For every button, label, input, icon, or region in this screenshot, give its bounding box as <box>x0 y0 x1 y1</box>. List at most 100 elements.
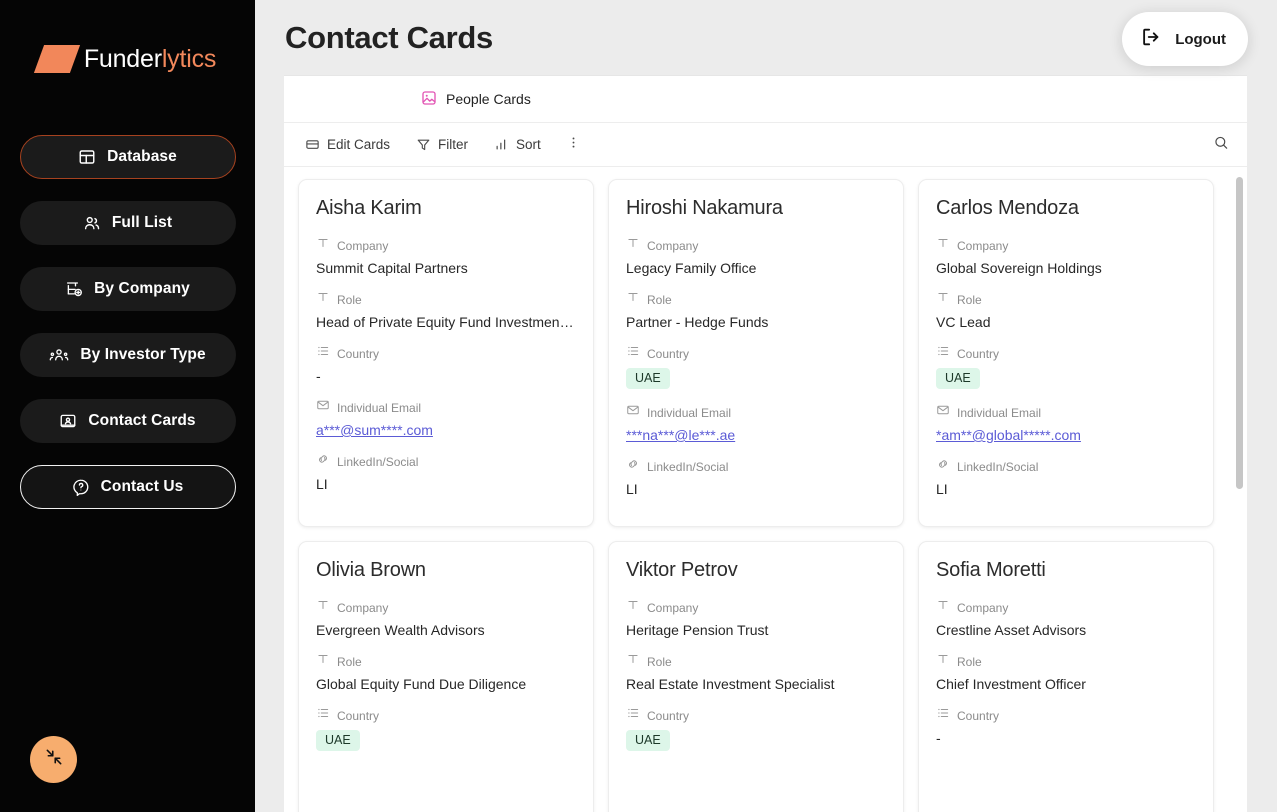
field-country: Country - <box>936 706 1196 747</box>
text-field-icon <box>316 290 330 309</box>
contact-card-name: Hiroshi Nakamura <box>626 197 783 219</box>
country-value: - <box>936 730 941 746</box>
field-social: LinkedIn/Social LI <box>316 452 576 493</box>
sidebar-item-by-company[interactable]: By Company <box>19 267 236 311</box>
text-field-icon <box>936 236 950 255</box>
email-value[interactable]: a***@sum****.com <box>316 422 576 438</box>
field-label: Role <box>957 654 982 669</box>
field-email: Individual Email a***@sum****.com <box>316 398 576 439</box>
cards-scroll-region[interactable]: Aisha Karim Company Summit Capital Partner… <box>284 167 1247 812</box>
field-header: Role <box>316 652 576 671</box>
logout-button[interactable]: Logout <box>1122 12 1248 66</box>
field-label: Role <box>337 654 362 669</box>
contact-card[interactable]: Viktor Petrov Company Heritage Pension Tru… <box>608 541 904 812</box>
text-field-icon <box>626 236 640 255</box>
id-card-icon <box>59 412 77 430</box>
social-value: LI <box>316 476 328 492</box>
company-value: Summit Capital Partners <box>316 260 468 276</box>
cards-grid: Aisha Karim Company Summit Capital Partner… <box>284 179 1247 812</box>
filter-button[interactable]: Filter <box>408 133 476 156</box>
role-value: Head of Private Equity Fund Investmen… <box>316 314 574 330</box>
brand-name-primary: Funder <box>83 44 162 73</box>
logout-icon <box>1140 26 1162 53</box>
sort-button[interactable]: Sort <box>486 133 549 156</box>
field-header: LinkedIn/Social <box>316 452 576 471</box>
field-company: Company Summit Capital Partners <box>316 236 576 277</box>
field-role: Role Head of Private Equity Fund Investme… <box>316 290 576 331</box>
contact-card[interactable]: Olivia Brown Company Evergreen Wealth Advi… <box>298 541 594 812</box>
field-label: Role <box>957 292 982 307</box>
search-button[interactable] <box>1209 130 1233 159</box>
more-options-button[interactable] <box>559 131 588 159</box>
sidebar-item-by-investor-type[interactable]: By Investor Type <box>19 333 236 377</box>
field-label: LinkedIn/Social <box>337 454 419 469</box>
field-header: Company <box>936 598 1196 617</box>
role-value: VC Lead <box>936 314 991 330</box>
field-email: Individual Email ***na***@le***.ae <box>626 403 886 444</box>
store-plus-icon <box>65 280 83 298</box>
page-title: Contact Cards <box>285 19 493 55</box>
sidebar-item-full-list[interactable]: Full List <box>19 201 236 245</box>
field-role: Role Real Estate Investment Specialist <box>626 652 886 693</box>
funnel-icon <box>416 137 431 152</box>
company-value: Global Sovereign Holdings <box>936 260 1102 276</box>
role-value: Chief Investment Officer <box>936 676 1086 692</box>
field-label: LinkedIn/Social <box>647 459 729 474</box>
contact-card[interactable]: Hiroshi Nakamura Company Legacy Family Off… <box>608 179 904 527</box>
field-social: LinkedIn/Social LI <box>626 457 886 498</box>
field-label: Individual Email <box>957 405 1042 420</box>
field-label: Company <box>647 238 699 253</box>
sidebar-item-label: Database <box>107 148 177 165</box>
sidebar-item-contact-cards[interactable]: Contact Cards <box>19 399 236 443</box>
contact-card[interactable]: Aisha Karim Company Summit Capital Partner… <box>298 179 594 527</box>
sidebar-item-database[interactable]: Database <box>19 135 236 179</box>
sidebar-item-contact-us[interactable]: Contact Us <box>19 465 236 509</box>
text-field-icon <box>316 598 330 617</box>
users-icon <box>83 214 101 232</box>
field-country: Country UAE <box>626 344 886 389</box>
field-label: Country <box>647 708 690 723</box>
company-value: Heritage Pension Trust <box>626 622 769 638</box>
tab-label: People Cards <box>446 91 531 107</box>
edit-cards-label: Edit Cards <box>327 137 391 152</box>
brand-logo: Funderlytics <box>33 38 217 80</box>
field-label: Country <box>957 346 1000 361</box>
field-label: Role <box>337 292 362 307</box>
sidebar-item-label: Contact Us <box>100 478 184 495</box>
collapse-sidebar-button[interactable] <box>30 736 77 783</box>
field-header: Country <box>626 706 886 725</box>
field-header: LinkedIn/Social <box>626 457 886 476</box>
logout-label: Logout <box>1175 30 1226 48</box>
field-label: Role <box>647 654 672 669</box>
text-field-icon <box>936 290 950 309</box>
sidebar-item-label: By Investor Type <box>80 346 206 363</box>
email-value[interactable]: ***na***@le***.ae <box>626 427 886 443</box>
country-pill: UAE <box>936 368 980 389</box>
contact-card[interactable]: Carlos Mendoza Company Global Sovereign Ho… <box>918 179 1214 527</box>
field-header: Country <box>316 706 576 725</box>
field-header: Company <box>626 598 886 617</box>
sidebar-item-label: By Company <box>94 280 190 297</box>
edit-cards-button[interactable]: Edit Cards <box>297 133 398 156</box>
field-header: Country <box>936 344 1196 363</box>
embedded-database-panel: People Cards Edit Cards Filter Sort Aish… <box>284 75 1247 812</box>
company-value: Crestline Asset Advisors <box>936 622 1087 638</box>
field-label: Country <box>647 346 690 361</box>
vertical-scrollbar-thumb[interactable] <box>1236 177 1243 489</box>
select-field-icon <box>936 344 950 363</box>
field-header: Role <box>626 290 886 309</box>
more-vertical-icon <box>566 135 581 155</box>
field-company: Company Crestline Asset Advisors <box>936 598 1196 639</box>
tab-people-cards[interactable]: People Cards <box>415 87 537 112</box>
role-value: Global Equity Fund Due Diligence <box>316 676 527 692</box>
brand-name: Funderlytics <box>83 44 217 74</box>
bars-icon <box>494 137 509 152</box>
field-label: Country <box>337 346 380 361</box>
sidebar: Funderlytics Database Full List By Compa… <box>0 0 255 812</box>
select-field-icon <box>316 706 330 725</box>
logo-parallelogram-icon <box>33 45 80 73</box>
field-header: Role <box>936 290 1196 309</box>
email-value[interactable]: *am**@global*****.com <box>936 427 1196 443</box>
contact-card[interactable]: Sofia Moretti Company Crestline Asset Advi… <box>918 541 1214 812</box>
field-header: Company <box>316 598 576 617</box>
